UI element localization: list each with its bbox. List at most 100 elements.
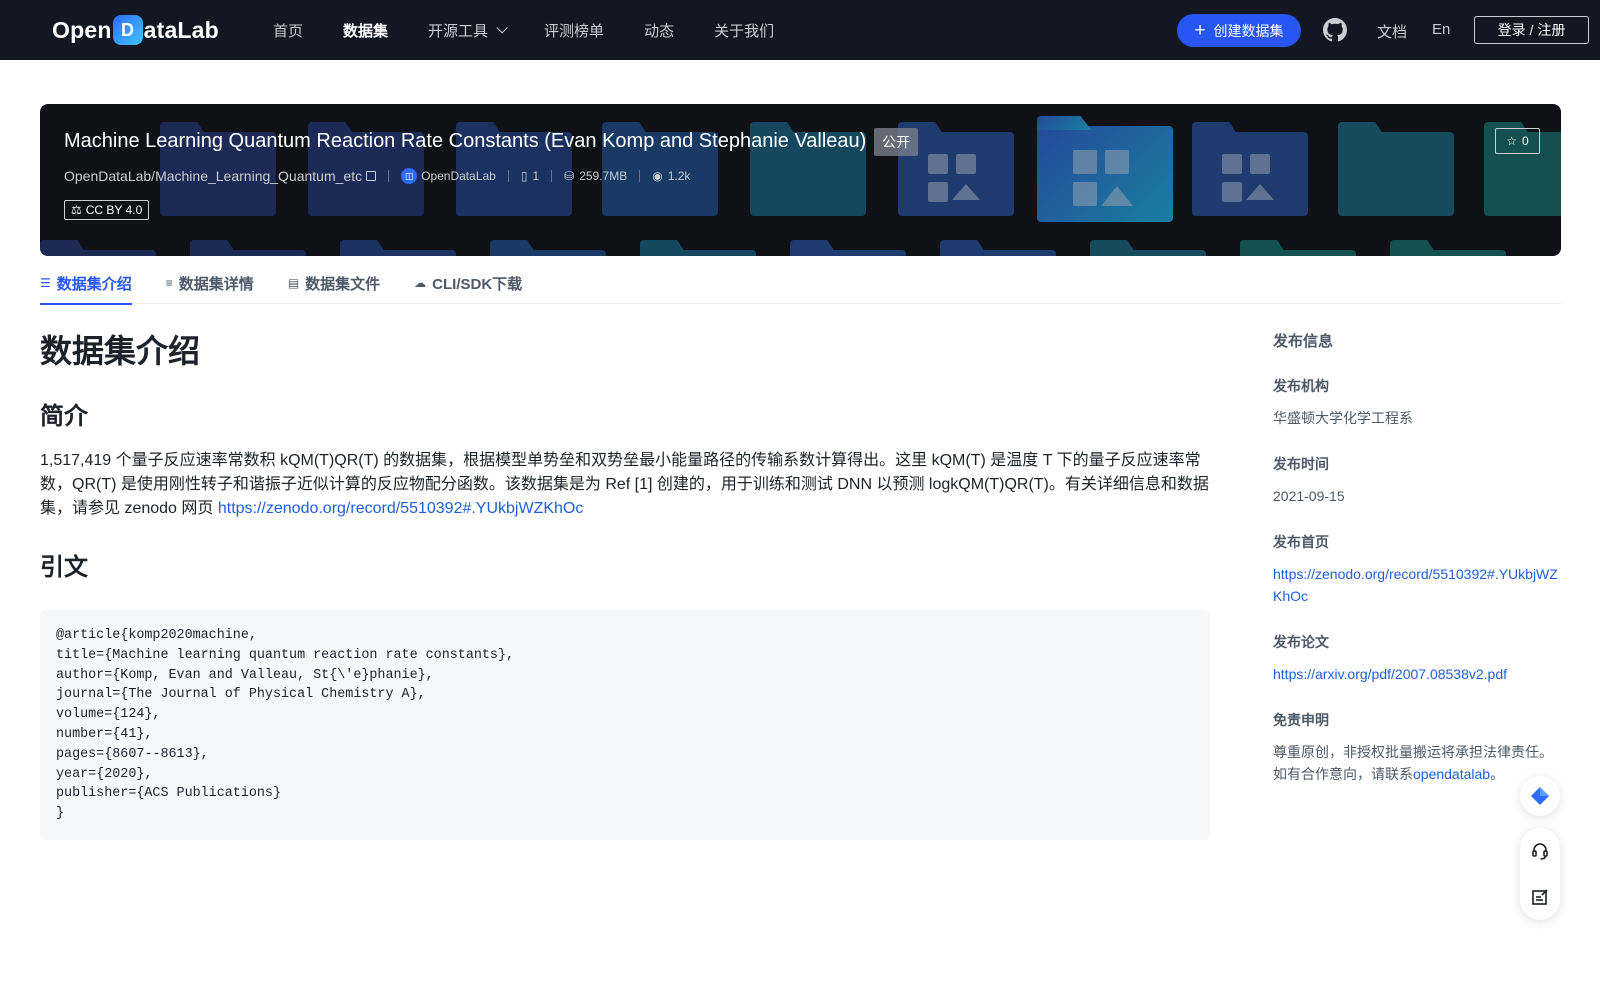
disclaimer-line: 尊重原创，非授权批量搬运将承担法律责任。 <box>1273 744 1553 760</box>
contact-link[interactable]: opendatalab <box>1413 766 1490 782</box>
dataset-title: Machine Learning Quantum Reaction Rate C… <box>64 130 867 152</box>
paper-label: 发布论文 <box>1273 634 1329 650</box>
homepage-value: https://zenodo.org/record/5510392#.YUkbj… <box>1273 563 1563 607</box>
create-dataset-label: 创建数据集 <box>1213 22 1284 39</box>
tab-cli-sdk[interactable]: ☁ CLI/SDK下载 <box>414 262 522 304</box>
nav-tools[interactable]: 开源工具 <box>428 20 508 41</box>
folder-decoration <box>190 250 306 256</box>
create-dataset-button[interactable]: + 创建数据集 <box>1177 14 1301 47</box>
star-button[interactable]: ☆ 0 <box>1495 128 1540 154</box>
license-label: CC BY 4.0 <box>85 203 143 217</box>
tab-details-label: 数据集详情 <box>178 275 254 293</box>
citation-code: @article{komp2020machine, title={Machine… <box>40 610 1210 840</box>
citation-heading: 引文 <box>40 554 88 581</box>
folder-decoration <box>1090 250 1206 256</box>
files-icon: ▯ <box>520 169 528 183</box>
customer-service-button[interactable] <box>1520 828 1560 874</box>
folder-decoration <box>640 250 756 256</box>
main-nav: 首页 数据集 开源工具 评测榜单 动态 关于我们 <box>273 0 814 60</box>
tab-files-label: 数据集文件 <box>305 275 381 293</box>
main-content: 数据集介绍 简介 1,517,419 个量子反应速率常数积 kQM(T)QR(T… <box>40 326 1210 840</box>
paper-link[interactable]: https://arxiv.org/pdf/2007.08538v2.pdf <box>1273 666 1507 682</box>
homepage-label: 发布首页 <box>1273 534 1329 550</box>
sidebar-title: 发布信息 <box>1273 333 1334 350</box>
nav-news[interactable]: 动态 <box>644 20 674 41</box>
folder-decoration <box>490 250 606 256</box>
folder-decoration <box>790 250 906 256</box>
dataset-size: ⛁ 259.7MB <box>564 169 627 183</box>
plus-icon: + <box>1194 20 1206 41</box>
intro-text: 1,517,419 个量子反应速率常数积 kQM(T)QR(T) 的数据集，根据… <box>40 449 1210 521</box>
login-register-button[interactable]: 登录 / 注册 <box>1474 16 1589 44</box>
headset-icon <box>1532 843 1548 860</box>
tab-details[interactable]: ≡ 数据集详情 <box>166 262 254 304</box>
repo-path: OpenDataLab/Machine_Learning_Quantum_etc <box>64 168 363 184</box>
dataset-banner: Machine Learning Quantum Reaction Rate C… <box>40 104 1561 256</box>
paper-value: https://arxiv.org/pdf/2007.08538v2.pdf <box>1273 663 1563 685</box>
org-info[interactable]: ◫ OpenDataLab <box>401 168 496 184</box>
dataset-size-value: 259.7MB <box>579 169 628 183</box>
eye-icon: ◉ <box>652 169 663 183</box>
disclaimer-contact-prefix: 如有合作意向，请联系 <box>1273 766 1413 782</box>
list-icon: ≡ <box>165 276 173 290</box>
nav-home[interactable]: 首页 <box>273 20 303 41</box>
disclaimer-label: 免责申明 <box>1273 712 1329 728</box>
divider <box>388 170 390 182</box>
divider <box>639 170 641 182</box>
homepage-link[interactable]: https://zenodo.org/record/5510392#.YUkbj… <box>1273 566 1558 604</box>
disclaimer-text: 尊重原创，非授权批量搬运将承担法律责任。 如有合作意向，请联系opendatal… <box>1273 741 1563 785</box>
dataset-meta: OpenDataLab/Machine_Learning_Quantum_etc… <box>64 166 690 186</box>
zenodo-link[interactable]: https://zenodo.org/record/5510392#.YUkbj… <box>218 500 584 517</box>
opendatalab-logo[interactable]: Open D ataLab <box>52 14 219 46</box>
nav-about[interactable]: 关于我们 <box>714 20 774 41</box>
cloud-download-icon: ☁ <box>414 276 427 290</box>
floating-toolbar <box>1520 828 1560 920</box>
folder-decoration <box>1338 132 1454 216</box>
intro-heading: 简介 <box>40 403 88 430</box>
copy-icon[interactable] <box>366 171 377 181</box>
tab-intro[interactable]: ☰ 数据集介绍 <box>40 262 132 305</box>
tab-cli-sdk-label: CLI/SDK下载 <box>432 275 523 293</box>
tab-files[interactable]: ▤ 数据集文件 <box>288 262 380 304</box>
nav-tools-label: 开源工具 <box>428 22 489 40</box>
dataset-tabs: ☰ 数据集介绍 ≡ 数据集详情 ▤ 数据集文件 ☁ CLI/SDK下载 <box>40 262 1561 305</box>
license-badge[interactable]: ⚖ CC BY 4.0 <box>64 200 150 220</box>
database-icon: ☰ <box>40 276 51 290</box>
disclaimer-contact-suffix: 。 <box>1490 766 1505 782</box>
language-switch[interactable]: En <box>1432 21 1450 38</box>
feedback-button[interactable] <box>1520 874 1560 920</box>
intro-body: 1,517,419 个量子反应速率常数积 kQM(T)QR(T) 的数据集，根据… <box>40 452 1209 517</box>
logo-mark: D <box>112 15 143 45</box>
nav-datasets[interactable]: 数据集 <box>343 20 388 41</box>
tab-intro-label: 数据集介绍 <box>56 275 132 293</box>
view-count: ◉ 1.2k <box>652 169 690 183</box>
file-count-value: 1 <box>532 169 540 183</box>
page-title: 数据集介绍 <box>40 333 201 369</box>
folder-decoration <box>340 250 456 256</box>
nav-docs[interactable]: 文档 <box>1377 21 1407 42</box>
star-icon: ☆ <box>1506 134 1518 148</box>
folder-decoration <box>940 250 1056 256</box>
scale-icon: ⚖ <box>71 203 82 217</box>
publisher-value: 华盛顿大学化学工程系 <box>1273 410 1413 426</box>
disclaimer-contact-line: 如有合作意向，请联系opendatalab。 <box>1273 763 1563 785</box>
nav-leaderboard[interactable]: 评测榜单 <box>544 20 604 41</box>
visibility-badge: 公开 <box>874 128 918 156</box>
folder-decoration <box>1192 132 1308 216</box>
folder-decoration <box>1390 250 1506 256</box>
file-count: ▯ 1 <box>521 169 539 183</box>
publish-info-sidebar: 发布信息 发布机构 华盛顿大学化学工程系 发布时间 2021-09-15 发布首… <box>1273 330 1563 785</box>
publish-date-value: 2021-09-15 <box>1273 488 1345 504</box>
logo-text-suffix: ataLab <box>143 16 219 43</box>
publisher-label: 发布机构 <box>1273 378 1329 394</box>
github-icon[interactable] <box>1323 18 1347 42</box>
folder-decoration <box>40 250 156 256</box>
chevron-down-icon <box>496 22 508 34</box>
top-navbar: Open D ataLab 首页 数据集 开源工具 评测榜单 动态 关于我们 +… <box>0 0 1600 60</box>
star-count: 0 <box>1522 134 1529 148</box>
ai-assistant-button[interactable] <box>1520 776 1560 816</box>
divider <box>551 170 553 182</box>
logo-text: Open <box>52 16 112 43</box>
publish-date-label: 发布时间 <box>1273 456 1329 472</box>
view-count-value: 1.2k <box>667 169 691 183</box>
